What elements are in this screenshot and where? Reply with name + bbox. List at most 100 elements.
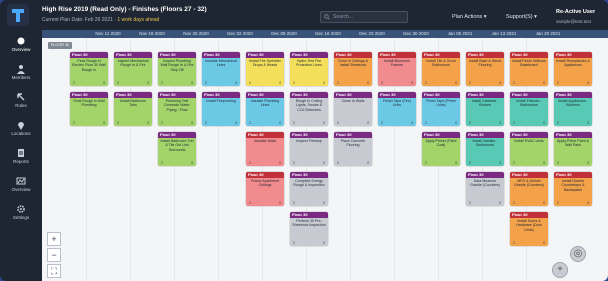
constraint-count: 0 (279, 161, 281, 165)
constraint-count: 0 (367, 121, 369, 125)
task-card-footer: 20 (246, 121, 284, 125)
task-card[interactable]: Floor 30 Perform 30 Pre-Sheetrock Inspect… (290, 212, 328, 246)
task-card[interactable]: Floor 30 Install Fireproofing 2 0 (202, 92, 240, 126)
task-card-footer: 20 (202, 121, 240, 125)
top-bar: High Rise 2019 (Read Only) - Finishes (F… (0, 0, 608, 30)
date-column-header: Dec 23 2020 (359, 31, 385, 36)
task-card[interactable]: Floor 30 Install Bathroom Tubs 2 0 (114, 92, 152, 126)
task-card[interactable]: Floor 30 Install Base & Wood Flooring 2 0 (466, 52, 504, 86)
drag-handle-icon[interactable]: ◎ (570, 246, 586, 262)
task-card[interactable]: Floor 30 Final Rough in Wall Plumbing 2 0 (70, 92, 108, 126)
zoom-in-button[interactable]: + (47, 232, 61, 246)
task-card-footer: 20 (554, 201, 592, 205)
crew-count: 2 (557, 201, 559, 205)
task-card[interactable]: Floor 30 Insulate Mechanical Lines 2 0 (202, 52, 240, 86)
zoom-out-button[interactable]: − (47, 248, 61, 262)
task-card-title: Install Base & Wood Flooring (468, 59, 502, 68)
task-card[interactable]: Floor 30 Apply Prime Paint & Wall Paint 2 0 (554, 132, 592, 166)
task-card[interactable]: Floor 30 Close in Ceilings & Install Shee… (334, 52, 372, 86)
task-card[interactable]: Floor 30 Complete Energy Rough & Inspecti… (290, 172, 328, 206)
task-card[interactable]: Floor 30 Apply Primer (Paint Coat) 2 0 (422, 132, 460, 166)
task-card-footer: 20 (466, 121, 504, 125)
task-card-title: MFG & Deliver Granite (Counters) (514, 179, 544, 188)
sidebar-item-reports[interactable]: Reports (0, 146, 42, 172)
task-card[interactable]: Floor 30 Data Measure Granite (Counters) 2… (466, 172, 504, 206)
fit-view-button[interactable]: ⛶ (47, 264, 61, 278)
task-card[interactable]: Floor 30 Install Vanities - Bathrooms 2 0 (466, 132, 504, 166)
sidebar-item-overview[interactable]: Overview (0, 34, 42, 60)
support-menu[interactable]: Support(S) ▾ (506, 14, 537, 20)
crew-count: 2 (469, 81, 471, 85)
task-card[interactable]: Floor 30 Install Aluminum Frames 2 0 (378, 52, 416, 86)
task-card[interactable]: Floor 30 Install Granite Countertops & Ba… (554, 172, 592, 206)
plus-control[interactable]: + (552, 262, 568, 278)
task-card[interactable]: Floor 30 Finish Tape (Fire) Units 2 0 (378, 92, 416, 126)
task-card-footer: 20 (158, 161, 196, 165)
constraint-count: 0 (279, 81, 281, 85)
task-card-title: Insulate Mechanical Lines (205, 59, 237, 68)
date-header: Nov 11 2020 Nov 18 2020 Nov 25 2020 Dec 02 … (42, 30, 608, 38)
task-card[interactable]: Floor 30 Install Doors & Hardware (Door U… (510, 212, 548, 246)
task-card[interactable]: Floor 30 Rough In Ceiling Lights, Smoke &… (290, 92, 328, 126)
task-card[interactable]: Floor 30 Install Cabinets - Kitchen 2 0 (466, 92, 504, 126)
plan-date: Current Plan Date: Feb 26 2021 · 1 work … (42, 17, 159, 23)
task-card-title: Install Doors & Hardware (Door Units) (516, 219, 542, 232)
user-status[interactable]: Re-Active User (556, 9, 595, 15)
crew-count: 2 (161, 161, 163, 165)
date-column-header: Jan 20 2021 (535, 31, 561, 36)
date-column-header: Jan 13 2021 (491, 31, 517, 36)
crew-count: 2 (557, 81, 559, 85)
task-card[interactable]: Floor 30 Insulate Walls 2 0 (246, 132, 284, 166)
sidebar-item-roles[interactable]: Roles (0, 90, 42, 116)
task-card[interactable]: Floor 30 Insulate Plumbing Lines 2 0 (246, 92, 284, 126)
task-card[interactable]: Floor 30 Hydro Test Fire Protection Lines… (290, 52, 328, 86)
task-card[interactable]: Floor 30 Inspect Mechanical Rough In & Fi… (114, 52, 152, 86)
task-card[interactable]: Floor 30 Frame Apartment Ceilings 2 0 (246, 172, 284, 206)
task-card[interactable]: Floor 30 Finish Tape (Prime Units) 2 0 (422, 92, 460, 126)
constraint-count: 0 (587, 81, 589, 85)
task-card[interactable]: Floor 30 Inspect Plumbing Wall Rough In &… (158, 52, 196, 86)
sidebar-item-label: Settings (12, 215, 30, 220)
schedule-status: 1 work days ahead (117, 17, 160, 23)
crew-count: 2 (249, 201, 251, 205)
constraint-count: 0 (587, 161, 589, 165)
crew-count: 2 (469, 121, 471, 125)
task-card[interactable]: Floor 30 Install Appliances - Kitchens 2 0 (554, 92, 592, 126)
sidebar-item-settings[interactable]: Settings (0, 202, 42, 228)
task-card[interactable]: Floor 30 Install HVAC Units 2 0 (510, 132, 548, 166)
logo-icon[interactable] (6, 3, 30, 27)
constraint-count: 0 (147, 81, 149, 85)
task-card-footer: 20 (290, 241, 328, 245)
crew-count: 2 (337, 161, 339, 165)
constraint-count: 0 (191, 161, 193, 165)
date-column-header: Dec 30 2020 (403, 31, 429, 36)
task-card[interactable]: Floor 30 Place Concrete Flooring 2 0 (334, 132, 372, 166)
sidebar-item-overview-2[interactable]: Overview (0, 174, 42, 200)
task-card[interactable]: Floor 30 Close In Walls 2 0 (334, 92, 372, 126)
task-card-footer: 20 (510, 161, 548, 165)
task-card[interactable]: Floor 30 Plumbing Test Domestic Water Pip… (158, 92, 196, 126)
schedule-board: Nov 11 2020 Nov 18 2020 Nov 25 2020 Dec 02 … (42, 30, 608, 281)
task-card[interactable]: Floor 30 Install Tile & Grout Bathrooms 2 0 (422, 52, 460, 86)
task-card[interactable]: Floor 30 Install Finish Millwork Baseboar… (510, 52, 548, 86)
sidebar-item-locations[interactable]: Locations (0, 118, 42, 144)
dots-icon (17, 37, 25, 45)
task-card[interactable]: Floor 30 Inspect Firestop 2 0 (290, 132, 328, 166)
sidebar-item-members[interactable]: Members (0, 62, 42, 88)
task-card[interactable]: Floor 30 Install Fire Sprinkler Drops & H… (246, 52, 284, 86)
task-card[interactable]: Floor 30 Install Fixtures - Bathrooms 2 0 (510, 92, 548, 126)
search-input[interactable]: Search... (320, 11, 408, 23)
constraint-count: 0 (323, 121, 325, 125)
constraint-count: 0 (279, 121, 281, 125)
sidebar-item-label: Overview (11, 47, 31, 52)
constraint-count: 0 (587, 201, 589, 205)
task-card[interactable]: Floor 30 Final Rough in Electric Floor 30… (70, 52, 108, 86)
task-card[interactable]: Floor 30 MFG & Deliver Granite (Counters)… (510, 172, 548, 206)
task-card-footer: 20 (202, 81, 240, 85)
constraint-count: 0 (323, 201, 325, 205)
task-card[interactable]: Floor 30 Install Receptacles & Appliances… (554, 52, 592, 86)
plan-actions-menu[interactable]: Plan Actions ▾ (452, 14, 487, 20)
task-card[interactable]: Floor 30 Install Bathroom Tub & Tile Out … (158, 132, 196, 166)
plan-date-text: Current Plan Date: Feb 26 2021 · (42, 17, 118, 23)
constraint-count: 0 (367, 161, 369, 165)
